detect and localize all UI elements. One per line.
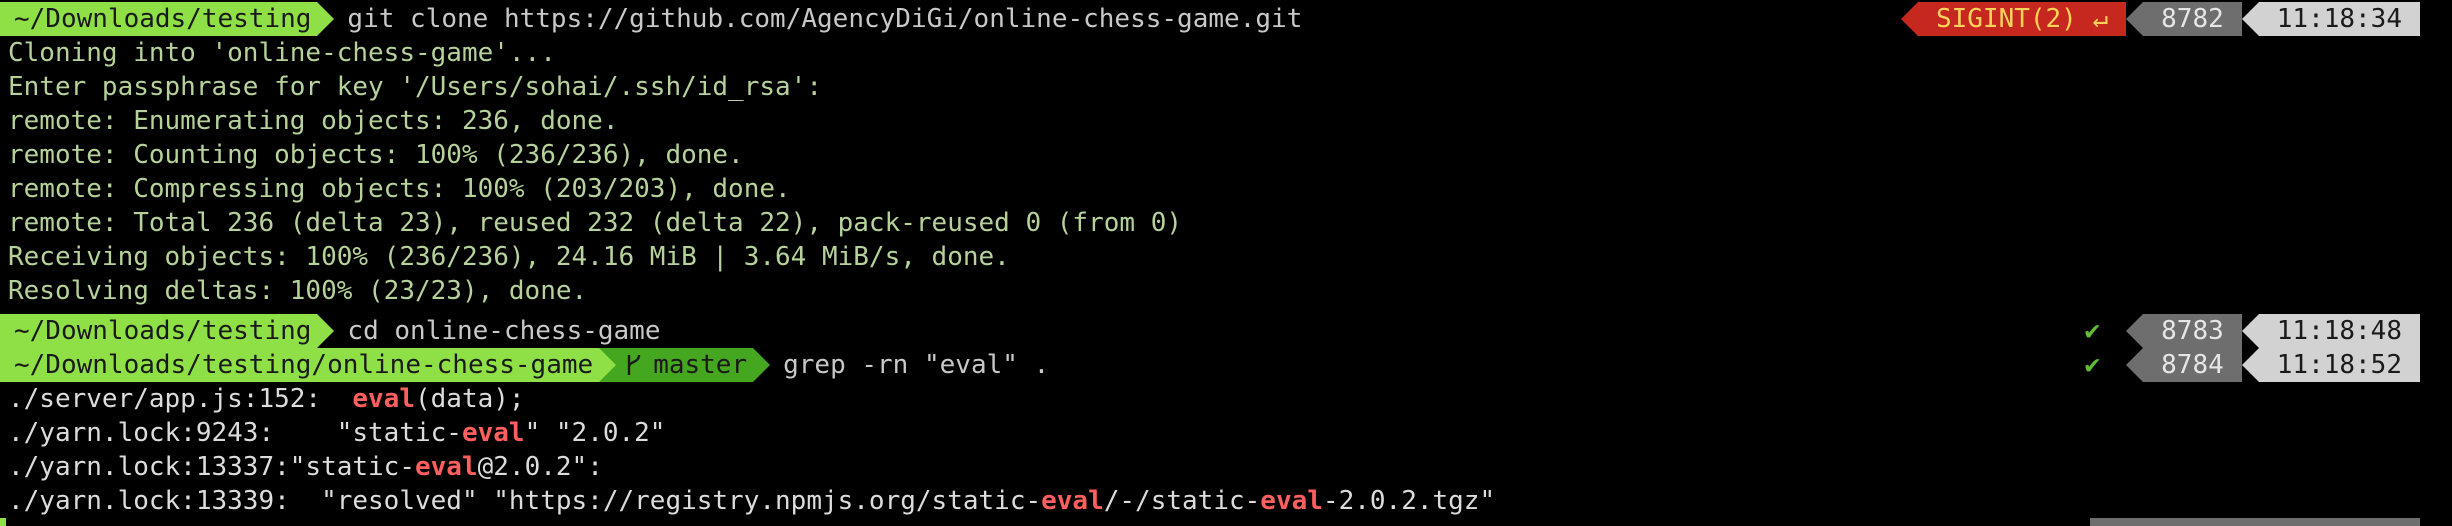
prompt-path: ~/Downloads/testing (0, 314, 335, 348)
grep-suffix: " "2.0.2" (524, 418, 666, 448)
next-prompt-edge (0, 518, 6, 526)
grep-suffix: -2.0.2.tgz" (1322, 486, 1496, 516)
prompt-left: ~/Downloads/testing/online-chess-game ma… (0, 348, 1049, 382)
output-line: remote: Compressing objects: 100% (203/2… (8, 174, 791, 204)
output-line: remote: Total 236 (delta 23), reused 232… (8, 208, 1182, 238)
match-highlight: eval (461, 418, 525, 448)
output-line: Cloning into 'online-chess-game'... (8, 38, 556, 68)
prompt-right: SIGINT(2) ↵ 8782 11:18:34 (1900, 2, 2420, 36)
prompt-path: ~/Downloads/testing/online-chess-game (0, 348, 617, 382)
prompt-time: 11:18:48 (2241, 314, 2420, 348)
success-check-icon: ✔ (2084, 350, 2101, 380)
output-line: Enter passphrase for key '/Users/sohai/.… (8, 72, 822, 102)
grep-suffix: (data); (415, 384, 525, 414)
success-check-icon: ✔ (2084, 316, 2101, 346)
grep-result-line: ./yarn.lock:13339: "resolved" "https://r… (0, 484, 2452, 518)
terminal-window[interactable]: ~/Downloads/testing git clone https://gi… (0, 0, 2452, 526)
match-highlight: eval (415, 452, 478, 482)
prompt-line: ~/Downloads/testing/online-chess-game ma… (0, 348, 2452, 382)
output-line: remote: Counting objects: 100% (236/236)… (8, 140, 744, 170)
command-text: grep -rn "eval" . (783, 350, 1050, 380)
command-text: git clone https://github.com/AgencyDiGi/… (347, 4, 1303, 34)
grep-prefix: ./yarn.lock:13339: "resolved" "https://r… (8, 486, 1042, 516)
command-text: cd online-chess-game (347, 316, 661, 346)
history-number: 8783 (2126, 314, 2242, 348)
prompt-right: ✔ 8783 11:18:48 (2066, 314, 2420, 348)
next-prompt-right-edge (2090, 518, 2420, 526)
grep-result-line: ./yarn.lock:9243: "static-eval" "2.0.2" (0, 416, 2452, 450)
prompt-time: 11:18:52 (2241, 348, 2420, 382)
output-line: remote: Enumerating objects: 236, done. (8, 106, 619, 136)
branch-name: master (653, 350, 748, 380)
grep-middle: /-/static- (1103, 486, 1261, 516)
grep-prefix: ./yarn.lock:9243: "static- (8, 418, 462, 448)
grep-suffix: @2.0.2": (477, 452, 603, 482)
output-line: Receiving objects: 100% (236/236), 24.16… (8, 242, 1010, 272)
output-line: Resolving deltas: 100% (23/23), done. (8, 276, 588, 306)
grep-prefix: ./server/app.js:152: (8, 384, 353, 414)
prompt-line: ~/Downloads/testing git clone https://gi… (0, 2, 2452, 36)
match-highlight: eval (1041, 486, 1104, 516)
history-number: 8782 (2126, 2, 2242, 36)
grep-result-line: ./server/app.js:152: eval(data); (0, 382, 2452, 416)
match-highlight: eval (352, 384, 415, 414)
prompt-left: ~/Downloads/testing git clone https://gi… (0, 2, 1302, 36)
prompt-line: ~/Downloads/testing cd online-chess-game… (0, 314, 2452, 348)
git-branch-icon (627, 354, 641, 375)
grep-prefix: ./yarn.lock:13337:"static- (8, 452, 415, 482)
prompt-right: ✔ 8784 11:18:52 (2066, 348, 2420, 382)
grep-result-line: ./yarn.lock:13337:"static-eval@2.0.2": (0, 450, 2452, 484)
prompt-left: ~/Downloads/testing cd online-chess-game (0, 314, 661, 348)
prompt-time: 11:18:34 (2241, 2, 2420, 36)
history-number: 8784 (2126, 348, 2242, 382)
git-branch-segment: master (599, 348, 771, 382)
exit-status-badge: SIGINT(2) ↵ (1900, 2, 2127, 36)
match-highlight: eval (1260, 486, 1323, 516)
prompt-path: ~/Downloads/testing (0, 2, 335, 36)
